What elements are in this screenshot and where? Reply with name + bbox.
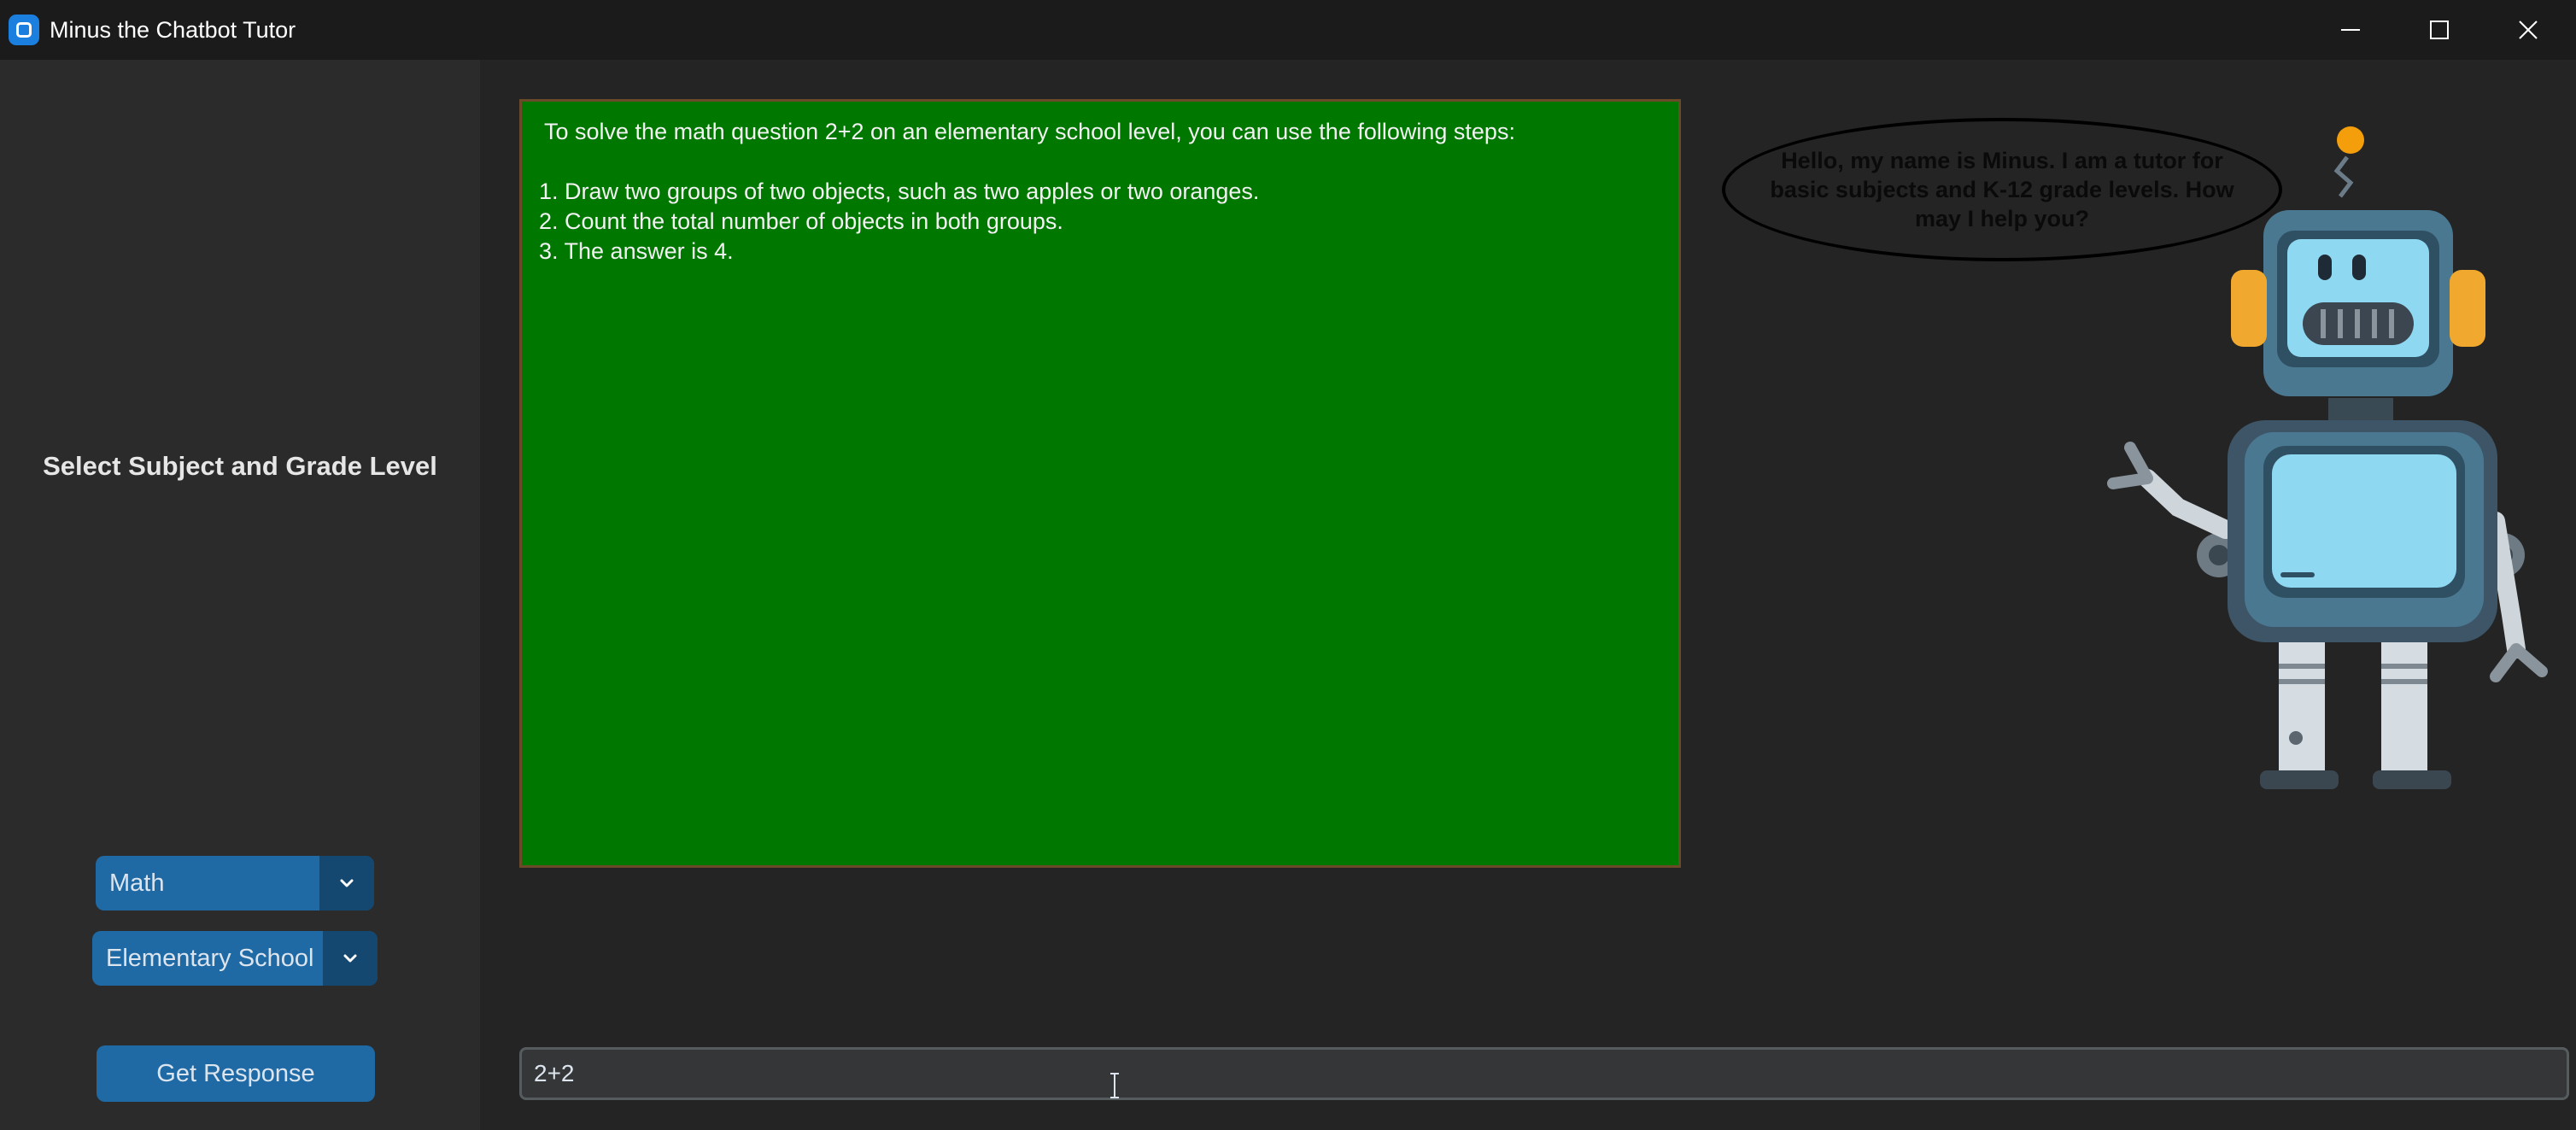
close-icon <box>2519 20 2538 39</box>
grade-dropdown-value: Elementary School <box>106 944 314 972</box>
response-step-3: 3. The answer is 4. <box>539 238 734 264</box>
close-button[interactable] <box>2484 0 2573 60</box>
app-icon <box>9 15 39 45</box>
response-board: To solve the math question 2+2 on an ele… <box>519 99 1681 868</box>
get-response-button[interactable]: Get Response <box>97 1045 375 1102</box>
chevron-down-icon <box>343 954 357 963</box>
maximize-icon <box>2430 20 2449 39</box>
response-step-1: 1. Draw two groups of two objects, such … <box>539 179 1260 204</box>
tutor-greeting: Hello, my name is Minus. I am a tutor fo… <box>1770 148 2234 231</box>
minimize-button[interactable] <box>2306 0 2395 60</box>
sidebar-heading: Select Subject and Grade Level <box>43 451 437 481</box>
subject-dropdown-value: Math <box>109 869 165 897</box>
speech-bubble: Hello, my name is Minus. I am a tutor fo… <box>1722 118 2282 261</box>
grade-dropdown-arrow[interactable] <box>323 931 378 986</box>
question-input[interactable] <box>519 1047 2569 1100</box>
text-cursor-icon <box>1110 1073 1119 1098</box>
app-window: Minus the Chatbot Tutor Select Subject a… <box>0 0 2576 1130</box>
title-bar[interactable]: Minus the Chatbot Tutor <box>0 0 2576 60</box>
response-intro: To solve the math question 2+2 on an ele… <box>544 119 1515 144</box>
subject-dropdown-arrow[interactable] <box>319 856 374 910</box>
grade-dropdown[interactable]: Elementary School <box>92 931 378 986</box>
minimize-icon <box>2341 29 2360 31</box>
chevron-down-icon <box>340 879 354 887</box>
maximize-button[interactable] <box>2395 0 2484 60</box>
response-step-2: 2. Count the total number of objects in … <box>539 208 1063 234</box>
window-title: Minus the Chatbot Tutor <box>50 17 296 43</box>
subject-dropdown[interactable]: Math <box>96 856 374 910</box>
